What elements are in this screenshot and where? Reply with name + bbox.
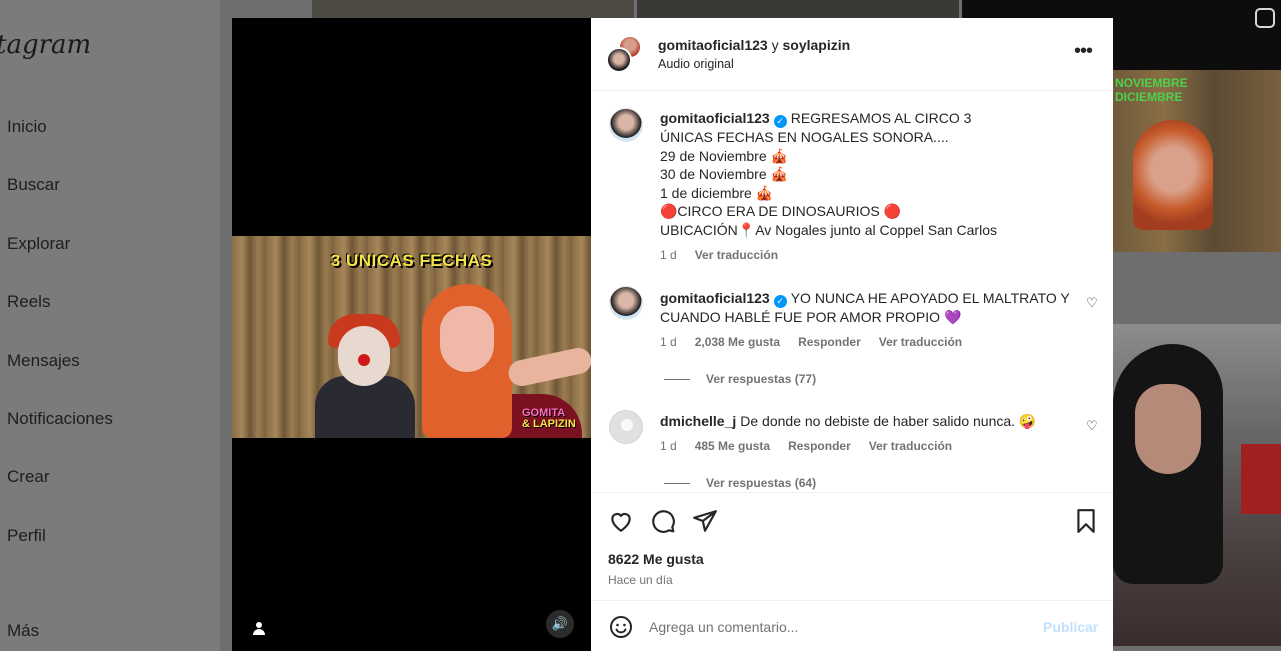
caption-meta: 1 d Ver traducción (660, 248, 796, 262)
post-actions: 8622 Me gusta Hace un día (591, 492, 1113, 600)
sidebar-item-inicio[interactable]: Inicio (7, 117, 47, 137)
publish-button[interactable]: Publicar (1043, 619, 1098, 635)
avatar[interactable] (609, 108, 643, 142)
share-icon[interactable] (692, 508, 718, 534)
timestamp[interactable]: 1 d (660, 335, 677, 349)
comment-text: gomitaoficial123 ✓ YO NUNCA HE APOYADO EL … (660, 289, 1070, 327)
translate-link[interactable]: Ver traducción (695, 248, 778, 262)
grid-thumbnail[interactable]: NOVIEMBRE DICIEMBRE (1113, 70, 1281, 252)
avatar[interactable] (609, 410, 643, 444)
collab-avatars[interactable] (606, 35, 642, 73)
comment-body: De donde no debiste de haber salido nunc… (740, 413, 1037, 429)
video-frame[interactable]: 3 UNICAS FECHAS GOMITA & LAPIZIN (232, 236, 591, 438)
verified-badge-icon: ✓ (773, 295, 787, 308)
post-header: gomitaoficial123 y soylapizin Audio orig… (591, 18, 1113, 91)
sidebar-item-perfil[interactable]: Perfil (7, 526, 46, 546)
like-comment-heart-icon[interactable]: ♡ (1086, 419, 1098, 432)
video-watermark-logo: GOMITA & LAPIZIN (522, 407, 576, 430)
heart-icon[interactable] (608, 508, 634, 534)
video-player[interactable]: 3 UNICAS FECHAS GOMITA & LAPIZIN 🔊 (232, 18, 591, 651)
grid-thumbnail[interactable] (312, 0, 634, 18)
grid-thumbnail[interactable] (637, 0, 959, 18)
view-replies-button[interactable]: Ver respuestas (64) (664, 476, 816, 490)
author-link-1[interactable]: gomitaoficial123 (658, 37, 768, 53)
sidebar-item-explorar[interactable]: Explorar (7, 234, 70, 254)
timestamp[interactable]: 1 d (660, 248, 677, 262)
caption-line: 29 de Noviembre 🎪 (660, 147, 788, 164)
post-authors: gomitaoficial123 y soylapizin (658, 37, 850, 53)
comment-likes[interactable]: 485 Me gusta (695, 439, 770, 453)
caption-line: 🔴CIRCO ERA DE DINOSAURIOS 🔴 (660, 203, 902, 219)
translate-link[interactable]: Ver traducción (869, 439, 952, 453)
sidebar-item-mensajes[interactable]: Mensajes (7, 351, 80, 371)
sidebar-nav: tagram Inicio Buscar Explorar Reels Mens… (0, 0, 220, 651)
caption-line: 1 de diciembre 🎪 (660, 184, 774, 201)
more-options-icon[interactable]: ••• (1074, 41, 1093, 61)
audio-link[interactable]: Audio original (658, 57, 734, 71)
comment-meta: 1 d 485 Me gusta Responder Ver traducción (660, 439, 970, 453)
thumbnail-face (1135, 384, 1201, 474)
comment-input[interactable] (649, 613, 1029, 641)
comment-username[interactable]: dmichelle_j (660, 413, 736, 429)
avatar (606, 47, 632, 73)
sidebar-item-reels[interactable]: Reels (7, 292, 50, 312)
comment-likes[interactable]: 2,038 Me gusta (695, 335, 780, 349)
reply-button[interactable]: Responder (798, 335, 861, 349)
caption-line: REGRESAMOS AL CIRCO 3 (790, 110, 972, 126)
caption-line: ÚNICAS FECHAS EN NOGALES SONORA.... (660, 129, 949, 145)
sidebar-item-buscar[interactable]: Buscar (7, 175, 60, 195)
comment-icon[interactable] (650, 508, 676, 534)
reply-button[interactable]: Responder (788, 439, 851, 453)
clown-figure (310, 306, 420, 438)
author-link-2[interactable]: soylapizin (782, 37, 850, 53)
video-overlay-title: 3 UNICAS FECHAS (330, 251, 493, 270)
sidebar-item-crear[interactable]: Crear (7, 467, 50, 487)
thumbnail-red-sign (1241, 444, 1281, 514)
sidebar-item-mas[interactable]: Más (7, 621, 39, 641)
emoji-icon[interactable] (609, 615, 633, 639)
comment-meta: 1 d 2,038 Me gusta Responder Ver traducción (660, 335, 980, 349)
likes-count[interactable]: 8622 Me gusta (608, 551, 704, 567)
grid-thumbnail[interactable] (1113, 324, 1281, 646)
caption-line: UBICACIÓN📍Av Nogales junto al Coppel San… (660, 221, 997, 238)
thumbnail-person (1133, 120, 1213, 230)
comment-text: dmichelle_j De donde no debiste de haber … (660, 412, 1070, 431)
authors-joiner: y (767, 37, 783, 53)
thumbnail-caption: NOVIEMBRE DICIEMBRE (1115, 76, 1188, 104)
view-replies-button[interactable]: Ver respuestas (77) (664, 372, 816, 386)
bookmark-icon[interactable] (1073, 508, 1099, 534)
timestamp[interactable]: 1 d (660, 439, 677, 453)
caption-text: gomitaoficial123 ✓ REGRESAMOS AL CIRCO 3 Ú… (660, 109, 1070, 239)
post-details-panel: gomitaoficial123 y soylapizin Audio orig… (591, 18, 1113, 651)
comments-list[interactable]: gomitaoficial123 ✓ REGRESAMOS AL CIRCO 3 Ú… (591, 92, 1113, 492)
comment-composer: Publicar (591, 600, 1113, 651)
instagram-logo[interactable]: tagram (0, 30, 91, 60)
verified-badge-icon: ✓ (773, 115, 787, 128)
like-comment-heart-icon[interactable]: ♡ (1086, 296, 1098, 309)
tagged-users-icon[interactable] (252, 622, 266, 636)
reel-icon (1255, 8, 1275, 28)
audio-toggle-button[interactable]: 🔊 (546, 610, 574, 638)
translate-link[interactable]: Ver traducción (879, 335, 962, 349)
post-timestamp[interactable]: Hace un día (608, 573, 673, 587)
comment-username[interactable]: gomitaoficial123 (660, 290, 770, 306)
caption-username[interactable]: gomitaoficial123 (660, 110, 770, 126)
avatar[interactable] (609, 286, 643, 320)
sidebar-item-notificaciones[interactable]: Notificaciones (7, 409, 113, 429)
caption-line: 30 de Noviembre 🎪 (660, 166, 788, 182)
